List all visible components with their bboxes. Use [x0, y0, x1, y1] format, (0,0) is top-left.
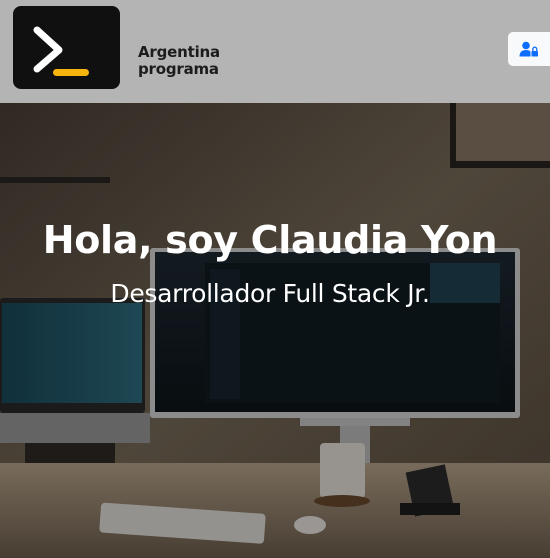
site-header: Argentina programa [0, 0, 550, 103]
hero-title: Hola, soy Claudia Yon [42, 218, 498, 262]
brand-name: Argentina programa [138, 44, 220, 78]
terminal-prompt-icon [33, 26, 89, 76]
brand-line-1: Argentina [138, 43, 220, 61]
logo[interactable] [13, 6, 120, 89]
brand-line-2: programa [138, 60, 219, 78]
hero-section: Hola, soy Claudia Yon Desarrollador Full… [0, 103, 550, 558]
login-button[interactable] [508, 32, 550, 66]
hero-overlay [0, 103, 550, 558]
hero-subtitle: Desarrollador Full Stack Jr. [110, 279, 430, 308]
user-lock-icon [519, 41, 538, 57]
